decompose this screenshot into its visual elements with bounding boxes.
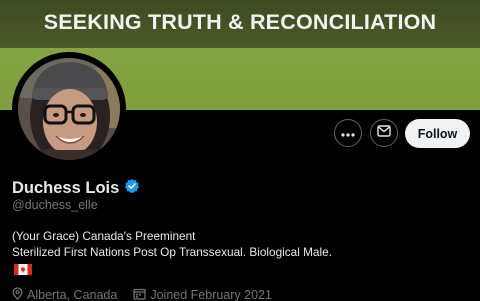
follow-button[interactable]: Follow bbox=[405, 119, 470, 148]
location: Alberta, Canada bbox=[12, 287, 117, 301]
avatar-photo bbox=[18, 58, 120, 160]
joined-date: Joined February 2021 bbox=[133, 288, 272, 301]
verified-badge-icon[interactable] bbox=[124, 178, 140, 199]
location-text: Alberta, Canada bbox=[27, 288, 118, 301]
handle: @duchess_elle bbox=[12, 198, 98, 212]
message-button[interactable] bbox=[370, 119, 398, 147]
bio-line-2: Sterilized First Nations Post Op Transse… bbox=[12, 245, 332, 259]
name-row: Duchess Lois bbox=[12, 178, 140, 199]
banner-text: SEEKING TRUTH & RECONCILIATION bbox=[43, 10, 437, 34]
profile-page: SEEKING TRUTH & RECONCILIATION Follow Du… bbox=[0, 0, 480, 301]
profile-meta: Alberta, Canada Joined February 2021 bbox=[12, 287, 288, 301]
calendar-icon bbox=[133, 288, 146, 301]
joined-text: Joined February 2021 bbox=[150, 288, 272, 301]
display-name: Duchess Lois bbox=[12, 179, 120, 197]
more-icon bbox=[341, 124, 355, 142]
bio: (Your Grace) Canada's Preeminent Sterili… bbox=[12, 228, 332, 260]
envelope-icon bbox=[377, 124, 391, 142]
location-pin-icon bbox=[12, 287, 23, 301]
more-button[interactable] bbox=[334, 119, 362, 147]
canada-flag-icon bbox=[14, 262, 32, 275]
bio-line-1: (Your Grace) Canada's Preeminent bbox=[12, 229, 196, 243]
avatar[interactable] bbox=[12, 52, 126, 166]
